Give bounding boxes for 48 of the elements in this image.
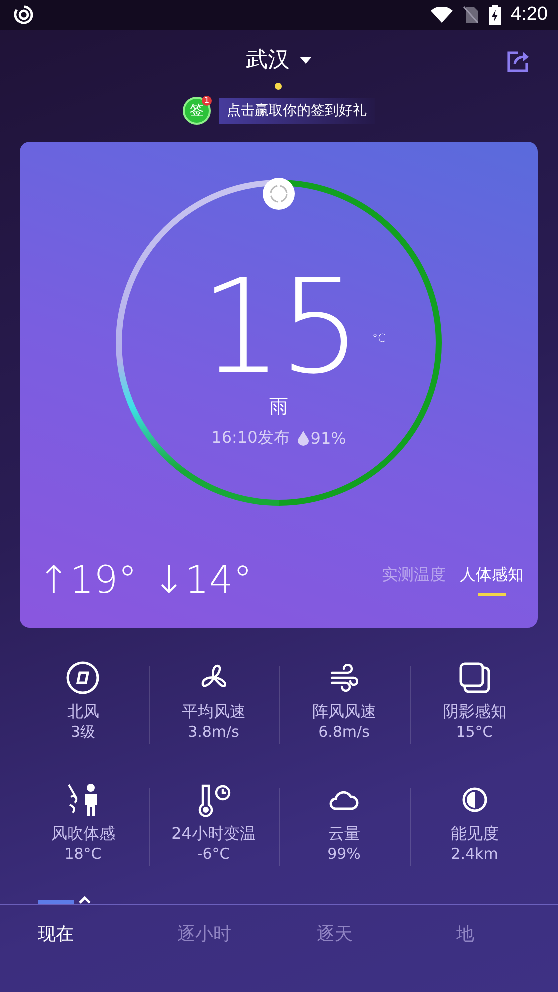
humidity-value: 91%: [310, 429, 346, 448]
location-dot-icon: [275, 83, 282, 90]
detail-value: 2.4km: [451, 845, 498, 863]
signin-promo-text[interactable]: 点击赢取你的签到好礼: [219, 98, 375, 124]
low-temperature: ↓14°: [153, 558, 252, 602]
detail-label: 云量: [328, 824, 360, 845]
thermometer-clock-icon: [196, 783, 231, 817]
detail-label: 风吹体感: [51, 824, 116, 845]
drag-handle-bar[interactable]: [38, 900, 74, 904]
detail-label: 能见度: [450, 824, 499, 845]
publish-time: 16:10发布: [212, 428, 290, 449]
water-drop-icon: [298, 431, 309, 446]
bottom-tab[interactable]: 地: [418, 921, 558, 947]
city-name[interactable]: 武汉: [246, 45, 290, 75]
battery-charging-icon: [489, 5, 502, 25]
high-temperature: ↑19°: [38, 558, 138, 602]
wind-person-icon: [67, 783, 100, 817]
status-time: 4:20: [511, 4, 548, 26]
dropdown-caret-icon[interactable]: [300, 56, 312, 64]
wifi-icon: [431, 7, 454, 23]
contrast-icon: [460, 786, 489, 814]
detail-label: 24小时变温: [172, 824, 256, 845]
bottom-tab[interactable]: 逐天: [279, 921, 418, 947]
temperature-unit: °C: [372, 331, 386, 347]
temperature-mode-tab[interactable]: 实测温度: [382, 565, 446, 596]
compass-icon: [66, 661, 100, 695]
detail-value: 15°C: [456, 723, 494, 741]
wind-icon: [330, 664, 358, 692]
signin-badge[interactable]: 签 1: [183, 97, 211, 125]
detail-value: 18°C: [64, 845, 102, 863]
layered-squares-icon: [458, 662, 491, 694]
bottom-tab[interactable]: 现在: [0, 921, 140, 947]
share-icon[interactable]: [506, 50, 530, 74]
detail-value: 6.8m/s: [318, 723, 370, 741]
detail-label: 阴影感知: [442, 702, 507, 723]
chevron-up-icon[interactable]: [78, 894, 92, 904]
no-sim-icon: [463, 6, 480, 24]
temperature-mode-tab[interactable]: 人体感知: [460, 565, 524, 596]
detail-label: 阵风风速: [312, 702, 376, 723]
detail-value: 3级: [70, 723, 96, 742]
detail-value: -6°C: [197, 845, 230, 863]
detail-label: 北风: [67, 702, 100, 723]
notification-count: 1: [202, 96, 212, 106]
detail-label: 平均风速: [182, 702, 246, 723]
detail-value: 99%: [328, 845, 361, 863]
bottom-tab[interactable]: 逐小时: [140, 921, 279, 947]
app-logo-icon: [14, 5, 34, 25]
detail-value: 3.8m/s: [188, 723, 240, 741]
